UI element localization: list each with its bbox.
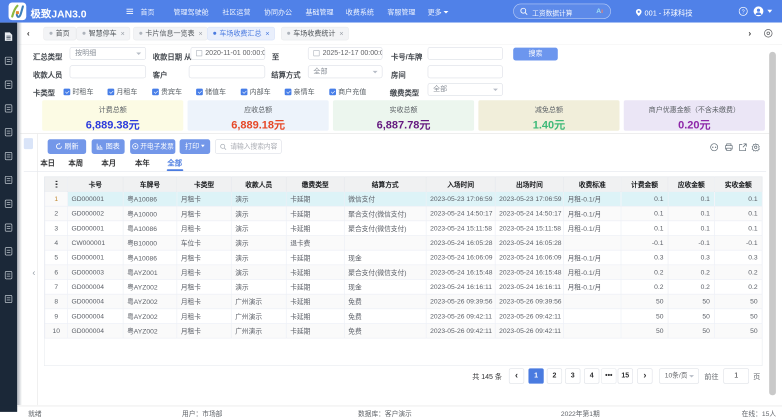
svg-text:?: ? [742, 9, 745, 15]
